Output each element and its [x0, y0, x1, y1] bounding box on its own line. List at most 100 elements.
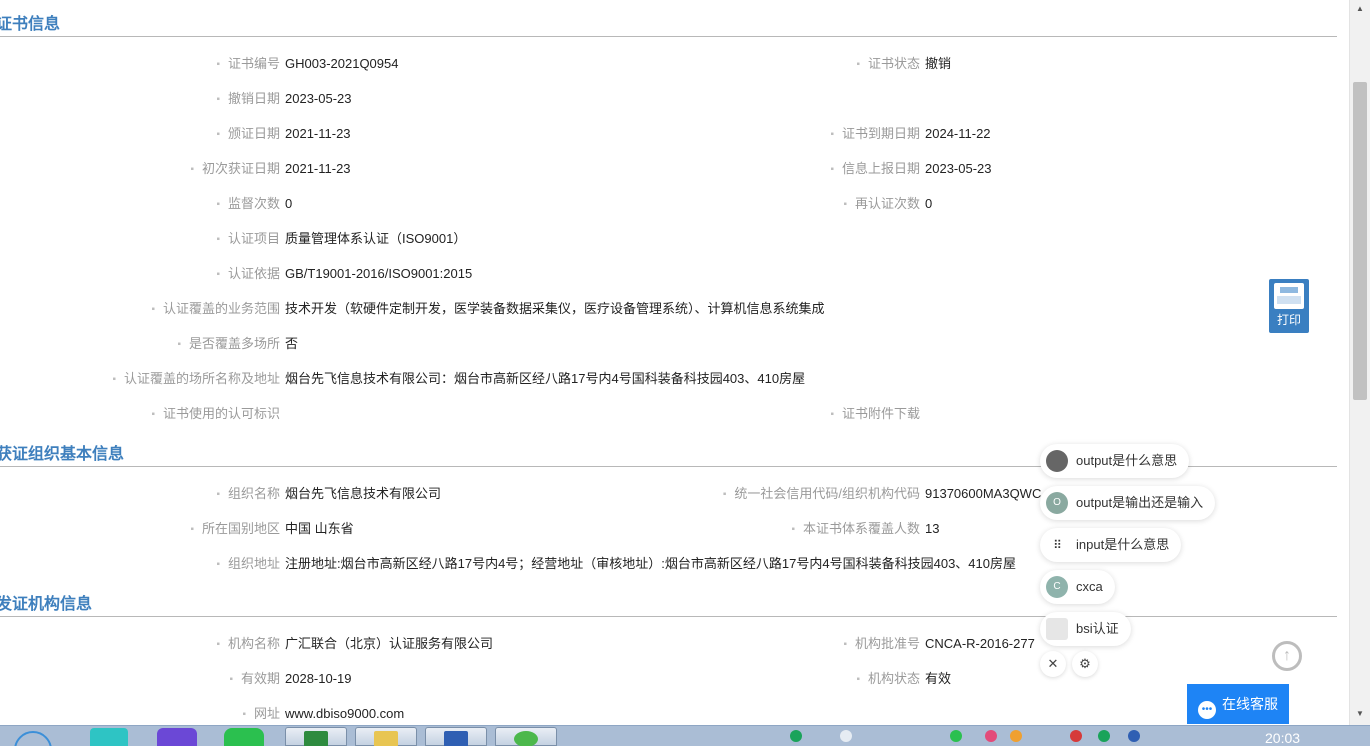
field-agency-status: ▪ 机构状态	[0, 669, 920, 689]
cert-status-value: 撤销	[925, 56, 952, 71]
avatar-icon	[1046, 618, 1068, 640]
back-to-top-icon[interactable]: ↑	[1272, 641, 1302, 671]
explorer-taskbar-button[interactable]	[355, 727, 417, 746]
field-cert-status: ▪ 证书状态	[0, 54, 920, 74]
suggestion-text: input是什么意思	[1076, 537, 1170, 552]
field-label: 统一社会信用代码/组织机构代码	[734, 486, 920, 501]
report-date-value: 2023-05-23	[925, 161, 992, 176]
wechat-icon[interactable]	[224, 728, 264, 746]
website-link[interactable]: www.dbiso9000.com	[285, 704, 404, 724]
folder-icon	[374, 731, 398, 746]
service-label: 在线客服	[1222, 696, 1278, 712]
bullet-icon: ▪	[216, 234, 220, 245]
section-divider	[0, 36, 1337, 37]
multi-site-value: 否	[285, 336, 299, 351]
field-label: 认证项目	[227, 231, 280, 246]
bullet-icon: ▪	[242, 709, 246, 720]
chat-icon: •••	[1198, 701, 1216, 719]
bullet-icon: ▪	[216, 269, 220, 280]
suggestion-item[interactable]: C cxca	[1040, 570, 1115, 604]
taskbar: 20:03	[0, 725, 1370, 746]
print-button[interactable]: 打印	[1269, 279, 1309, 333]
site-value: 烟台先飞信息技术有限公司：烟台市高新区经八路17号内4号国科装备科技园403、4…	[285, 371, 806, 386]
field-approval: ▪ 机构批准号	[0, 634, 920, 654]
online-service-button[interactable]: ••• 在线客服	[1187, 684, 1289, 724]
tray-cloud-icon[interactable]	[840, 730, 852, 742]
field-attach[interactable]: ▪ 证书附件下载	[0, 404, 920, 424]
suggestion-item[interactable]: output是什么意思	[1040, 444, 1190, 478]
field-headcount: ▪ 本证书体系覆盖人数	[0, 519, 920, 539]
tray-wechat-icon[interactable]	[950, 730, 962, 742]
settings-icon[interactable]: ⚙	[1072, 651, 1098, 677]
basis-value: GB/T19001-2016/ISO9001:2015	[285, 266, 473, 281]
bullet-icon: ▪	[843, 199, 847, 210]
suggestion-item[interactable]: ⠿ input是什么意思	[1040, 528, 1182, 562]
field-label: 证书状态	[867, 56, 920, 71]
suggestion-text: output是什么意思	[1076, 453, 1178, 468]
bullet-icon: ▪	[216, 94, 220, 105]
bullet-icon: ▪	[151, 304, 155, 315]
recert-value: 0	[925, 196, 933, 211]
page-content: 证书信息 ▪ 证书编号 GH003-2021Q0954 ▪ 证书状态 撤销 ▪ 撤销日…	[0, 0, 1350, 725]
scrollbar-thumb[interactable]	[1353, 82, 1367, 400]
suggestion-text: cxca	[1076, 579, 1103, 594]
item-value: 质量管理体系认证（ISO9001）	[285, 231, 467, 246]
vertical-scrollbar[interactable]: ▲ ▼	[1349, 0, 1370, 725]
tray-app-icon[interactable]	[790, 730, 802, 742]
field-label: 机构批准号	[854, 636, 920, 651]
expire-date-value: 2024-11-22	[925, 126, 991, 141]
org-address-value: 注册地址:烟台市高新区经八路17号内4号；经营地址（审核地址）:烟台市高新区经八…	[285, 556, 1016, 571]
bullet-icon: ▪	[856, 674, 860, 685]
tray-app-icon[interactable]	[985, 730, 997, 742]
agency-status-value: 有效	[925, 671, 952, 686]
suggestion-item[interactable]: O output是输出还是输入	[1040, 486, 1216, 520]
print-label: 打印	[1276, 313, 1301, 327]
section-divider	[0, 616, 1337, 617]
field-item: ▪ 认证项目	[0, 229, 280, 249]
field-label: 组织地址	[227, 556, 280, 571]
tray-network-icon[interactable]	[1128, 730, 1140, 742]
bullet-icon: ▪	[177, 339, 181, 350]
field-website: ▪ 网址	[0, 704, 280, 724]
field-label: 本证书体系覆盖人数	[802, 521, 920, 536]
tray-app-icon[interactable]	[1010, 730, 1022, 742]
field-org-address: ▪ 组织地址	[0, 554, 280, 574]
excel-icon	[304, 731, 328, 746]
field-scope: ▪ 认证覆盖的业务范围	[0, 299, 280, 319]
field-label: 撤销日期	[227, 91, 280, 106]
app-butterfly-icon[interactable]	[90, 728, 128, 746]
word-taskbar-button[interactable]	[425, 727, 487, 746]
suggestion-item[interactable]: bsi认证	[1040, 612, 1131, 646]
close-icon[interactable]: ✕	[1040, 651, 1066, 677]
section-title-org: 获证组织基本信息	[0, 446, 125, 463]
tray-app-icon[interactable]	[1098, 730, 1110, 742]
section-title-cert: 证书信息	[0, 16, 61, 33]
field-site: ▪ 认证覆盖的场所名称及地址	[0, 369, 280, 389]
field-credit-code: ▪ 统一社会信用代码/组织机构代码	[0, 484, 920, 504]
bullet-icon: ▪	[830, 409, 834, 420]
start-orb-icon[interactable]	[14, 728, 54, 746]
field-revoke-date: ▪ 撤销日期	[0, 89, 280, 109]
field-recert: ▪ 再认证次数	[0, 194, 920, 214]
field-label: 网址	[253, 706, 280, 721]
excel-taskbar-button[interactable]	[285, 727, 347, 746]
section-title-agency: 发证机构信息	[0, 596, 93, 613]
avatar-icon	[1046, 450, 1068, 472]
bullet-icon: ▪	[843, 639, 847, 650]
browser-taskbar-button[interactable]	[495, 727, 557, 746]
field-expire-date: ▪ 证书到期日期	[0, 124, 920, 144]
avatar-icon: O	[1046, 492, 1068, 514]
bullet-icon: ▪	[216, 559, 220, 570]
field-report-date: ▪ 信息上报日期	[0, 159, 920, 179]
field-basis: ▪ 认证依据	[0, 264, 280, 284]
tray-app-icon[interactable]	[1070, 730, 1082, 742]
app-ai-icon[interactable]	[157, 728, 197, 746]
avatar-icon: ⠿	[1046, 534, 1068, 556]
approval-value: CNCA-R-2016-277	[925, 636, 1035, 651]
scroll-up-icon[interactable]: ▲	[1350, 0, 1370, 18]
field-label: 认证覆盖的场所名称及地址	[123, 371, 280, 386]
taskbar-clock[interactable]: 20:03	[1265, 730, 1300, 746]
scroll-down-icon[interactable]: ▼	[1350, 705, 1370, 723]
avatar-icon: C	[1046, 576, 1068, 598]
attachment-download-link[interactable]: 证书附件下载	[842, 406, 920, 421]
